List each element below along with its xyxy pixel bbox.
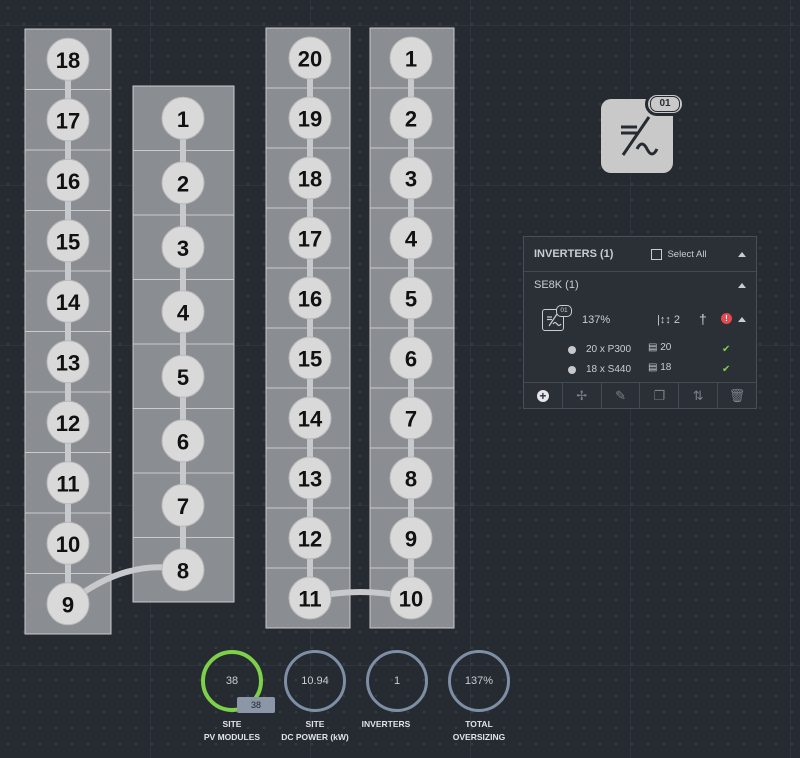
stat-inverters: 1 [366, 650, 428, 712]
optimizer-number: 7 [405, 407, 417, 432]
module-list-icon: ▤ [648, 342, 658, 353]
optimizer-number: 9 [405, 527, 417, 552]
inverter-toolbar: + ✢ ✎ ❐ ⇅ 🗑 [524, 383, 756, 409]
stat-label: INVERTERS [361, 719, 411, 729]
collapse-chevron-icon[interactable] [738, 317, 746, 322]
optimizer-number: 8 [405, 467, 417, 492]
optimizer-number: 6 [405, 347, 417, 372]
optimizer-number: 10 [399, 587, 423, 612]
module-count: ▤ 20 [648, 342, 671, 353]
delete-icon: 🗑 [728, 388, 746, 403]
optimizer-number: 2 [177, 171, 189, 196]
string-label: 18 x S440 [586, 364, 632, 375]
optimizer-number: 8 [177, 558, 189, 583]
delete-button[interactable]: 🗑 [718, 383, 756, 409]
inverters-panel-header: INVERTERS (1) Select All [524, 237, 756, 271]
optimizer-number: 19 [298, 107, 322, 132]
duplicate-icon: ❐ [653, 388, 666, 403]
collapse-chevron-icon[interactable] [738, 282, 746, 288]
move-icon[interactable]: † [699, 311, 707, 327]
optimizer-number: 16 [298, 287, 322, 312]
string-color-dot-icon [568, 366, 576, 374]
optimizer-number: 14 [56, 290, 81, 315]
optimizer-number: 17 [298, 227, 322, 252]
string-color-dot-icon [568, 346, 576, 354]
optimizer-number: 4 [177, 300, 190, 325]
optimizer-number: 3 [405, 167, 417, 192]
string-icon: |↕↕ [657, 314, 674, 326]
optimizer-number: 14 [298, 407, 323, 432]
check-icon: ✔ [722, 364, 731, 375]
optimizer-number: 4 [405, 227, 418, 252]
module-count-value: 20 [660, 342, 672, 353]
move-button[interactable]: ✢ [563, 383, 602, 409]
select-all-label: Select All [667, 248, 707, 260]
inverter-badge: 01 [645, 92, 685, 116]
move-icon: ✢ [576, 388, 588, 403]
optimizer-number: 9 [62, 592, 74, 617]
inverters-panel-title: INVERTERS (1) [534, 248, 614, 260]
inverters-panel: INVERTERS (1) Select All SE8K (1) 01 137… [523, 236, 757, 409]
string-button[interactable]: ⇅ [679, 383, 719, 409]
optimizer-number: 11 [298, 587, 321, 612]
optimizer-number: 15 [56, 229, 80, 254]
module-count-value: 18 [660, 362, 672, 373]
optimizer-number: 16 [56, 169, 80, 194]
optimizer-number: 1 [405, 47, 417, 72]
string-row[interactable]: 20 x P300 ▤ 20 ✔ [524, 341, 756, 359]
optimizer-number: 7 [177, 494, 189, 519]
optimizer-number: 11 [56, 471, 79, 496]
edit-icon: ✎ [615, 388, 627, 403]
add-button[interactable]: + [524, 383, 563, 409]
optimizer-number: 20 [298, 47, 322, 72]
optimizer-number: 13 [298, 467, 322, 492]
optimizer-number: 13 [56, 350, 80, 375]
collapse-chevron-icon[interactable] [738, 251, 746, 257]
check-icon: ✔ [722, 344, 731, 355]
optimizer-number: 15 [298, 347, 322, 372]
optimizer-number: 10 [56, 532, 80, 557]
stat-value: 38 [225, 675, 239, 687]
strings-count-value: 2 [673, 314, 681, 326]
optimizer-number: 17 [56, 108, 80, 133]
optimizer-number: 6 [177, 429, 189, 454]
inverter-small-badge: 01 [556, 305, 572, 317]
edit-button[interactable]: ✎ [602, 383, 641, 409]
string-row[interactable]: 18 x S440 ▤ 18 ✔ [524, 361, 756, 379]
stat-pv-modules-tag: 38 [237, 697, 275, 713]
stat-total-oversizing: 137% [448, 650, 510, 712]
optimizer-number: 5 [177, 365, 189, 390]
optimizer-number: 12 [56, 411, 80, 436]
optimizer-number: 18 [298, 167, 322, 192]
add-icon: + [536, 390, 549, 402]
error-icon[interactable]: ! [721, 313, 732, 324]
select-all-checkbox[interactable]: Select All [651, 248, 707, 260]
stat-label: TOTAL OVERSIZING [452, 719, 506, 742]
module-count: ▤ 18 [648, 362, 671, 373]
stat-value: 137% [464, 675, 494, 687]
model-group-row[interactable]: SE8K (1) [524, 272, 756, 298]
duplicate-button[interactable]: ❐ [640, 383, 680, 409]
optimizer-number: 2 [405, 107, 417, 132]
optimizer-number: 12 [298, 527, 322, 552]
string-label: 20 x P300 [586, 344, 632, 355]
stat-dc-power: 10.94 [284, 650, 346, 712]
optimizer-number: 18 [56, 48, 80, 73]
stat-value: 10.94 [301, 675, 329, 687]
stat-value: 1 [393, 675, 401, 687]
inverter-row[interactable]: 01 137% |↕↕ 2 † ! [524, 305, 756, 339]
optimizer-number: 5 [405, 287, 417, 312]
optimizer-number: 1 [177, 107, 189, 132]
strings-count: |↕↕ 2 [657, 314, 680, 326]
module-list-icon: ▤ [648, 362, 658, 373]
model-group-label: SE8K (1) [534, 279, 579, 291]
inverter-badge-label: 01 [650, 96, 680, 112]
checkbox-icon [651, 248, 663, 260]
inverter-oversizing: 137% [582, 314, 611, 326]
string-icon: ⇅ [692, 388, 704, 403]
optimizer-number: 3 [177, 236, 189, 261]
